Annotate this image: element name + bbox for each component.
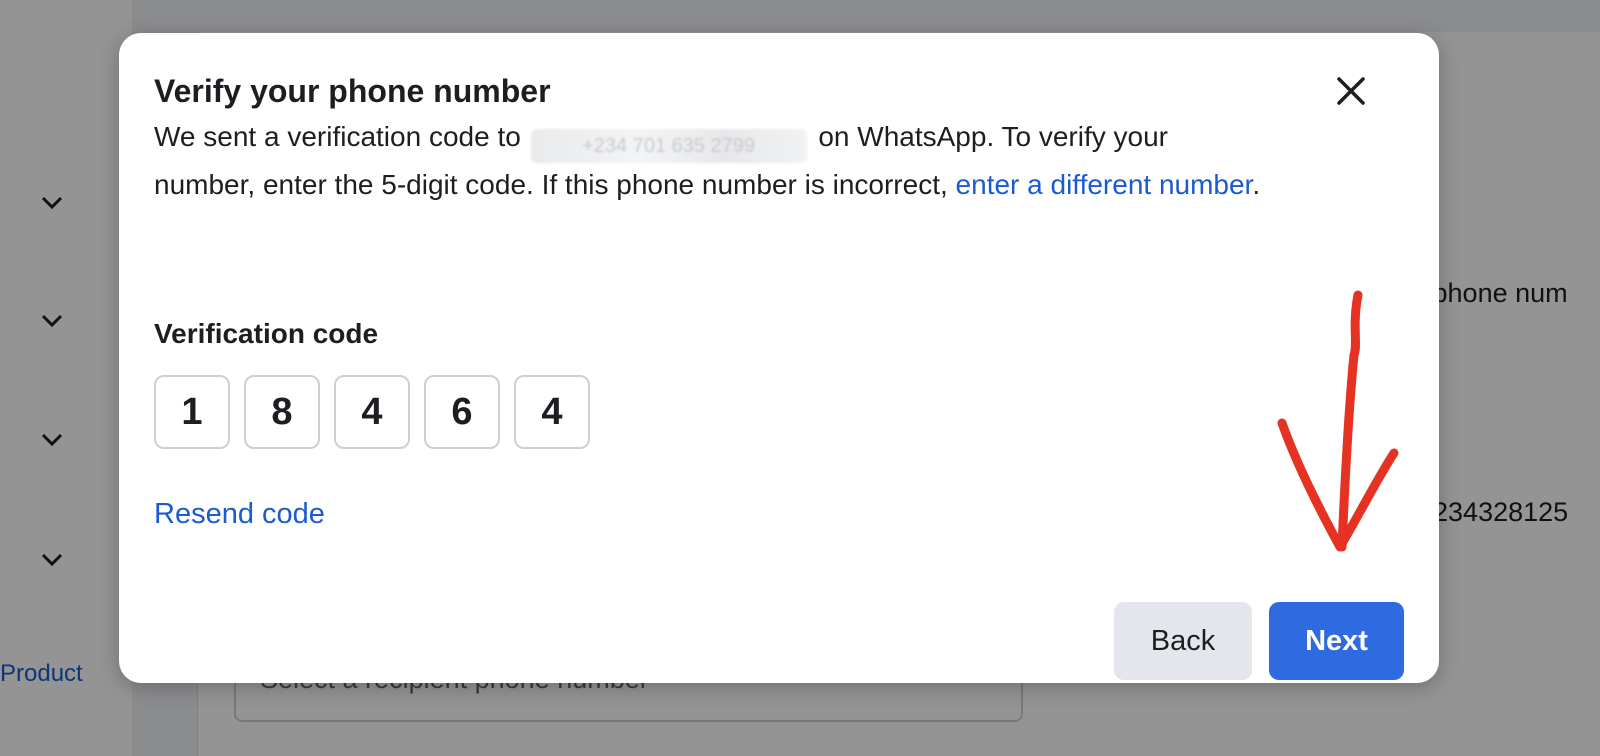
code-digit-input[interactable]: 1 bbox=[154, 375, 230, 449]
next-button[interactable]: Next bbox=[1269, 602, 1404, 680]
code-digit-input[interactable]: 4 bbox=[334, 375, 410, 449]
dialog-title: Verify your phone number bbox=[154, 73, 551, 109]
description-text: We sent a verification code to bbox=[154, 121, 521, 152]
code-digit-input[interactable]: 8 bbox=[244, 375, 320, 449]
dialog-description: We sent a verification code to +234 701 … bbox=[154, 115, 1274, 207]
verify-phone-dialog: Verify your phone number We sent a verif… bbox=[119, 33, 1439, 683]
description-end: . bbox=[1252, 169, 1261, 200]
back-button[interactable]: Back bbox=[1114, 602, 1252, 680]
close-icon[interactable] bbox=[1331, 71, 1371, 111]
verification-code-inputs: 1 8 4 6 4 bbox=[154, 375, 590, 449]
enter-different-number-link[interactable]: enter a different number bbox=[956, 169, 1253, 200]
verification-code-label: Verification code bbox=[154, 318, 379, 349]
code-digit-input[interactable]: 4 bbox=[514, 375, 590, 449]
redacted-phone-number: +234 701 635 2799 bbox=[530, 129, 807, 163]
annotation-arrow-icon bbox=[1260, 285, 1400, 570]
resend-code-link[interactable]: Resend code bbox=[154, 498, 325, 531]
code-digit-input[interactable]: 6 bbox=[424, 375, 500, 449]
